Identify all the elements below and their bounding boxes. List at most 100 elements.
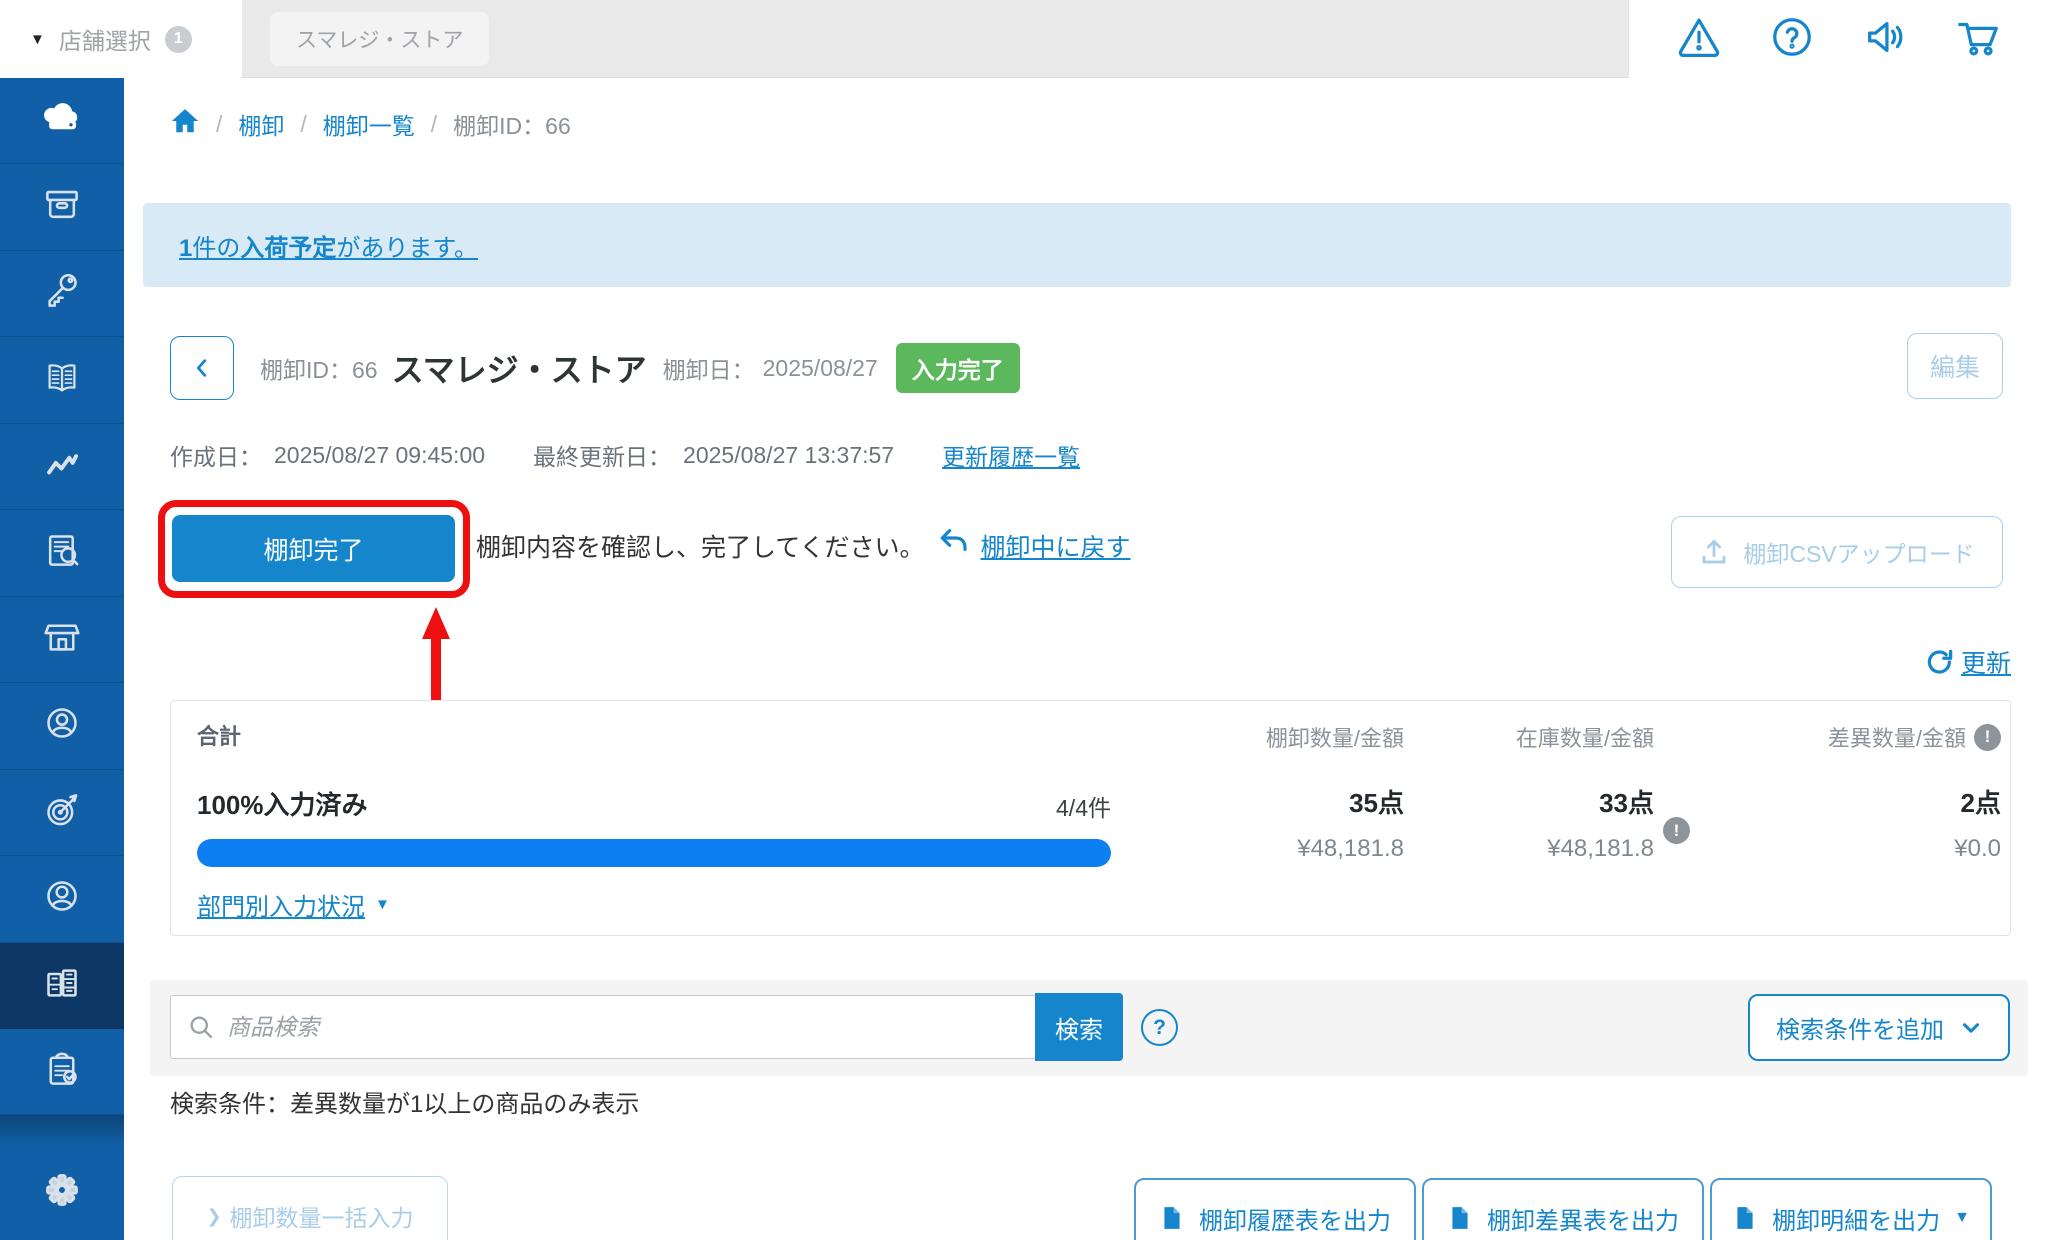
search-box (170, 995, 1035, 1059)
add-search-condition-button[interactable]: 検索条件を追加 (1748, 994, 2010, 1061)
document-icon (1732, 1205, 1758, 1231)
app-window: ▼ 店舗選択 1 スマレジ・ストア (0, 0, 2048, 1240)
stocktake-date-label: 棚卸日： (663, 351, 755, 385)
summary-card: 合計 棚卸数量/金額 在庫数量/金額 差異数量/金額 ! 100%入力済み 4/… (170, 700, 2011, 936)
created-value: 2025/08/27 09:45:00 (274, 442, 485, 469)
sidebar-item-analytics[interactable] (0, 424, 124, 510)
alert-icon[interactable] (1676, 14, 1722, 65)
sidebar-item-report[interactable] (0, 510, 124, 596)
incoming-shipment-notification: 1件の入荷予定があります。 (143, 203, 2011, 287)
update-history-link[interactable]: 更新履歴一覧 (942, 438, 1080, 472)
diff-qty: 2点 (1661, 783, 2001, 820)
refresh-icon (1925, 647, 1955, 677)
instruction-text: 棚卸内容を確認し、完了してください。 (476, 528, 925, 564)
store-count-badge: 1 (165, 26, 192, 53)
export-history-button[interactable]: 棚卸履歴表を出力 (1134, 1178, 1416, 1240)
stocktake-id-label: 棚卸ID：66 (260, 351, 378, 385)
stock-amount: ¥48,181.8 (1354, 835, 1654, 863)
search-panel: 検索 ? 検索条件を追加 (150, 980, 2028, 1076)
sidebar-item-stocktake[interactable] (0, 1029, 124, 1115)
updated-value: 2025/08/27 13:37:57 (683, 442, 894, 469)
breadcrumb-separator: / (216, 111, 222, 138)
chevron-down-icon: ▼ (1954, 1209, 1970, 1227)
product-search-input[interactable] (227, 996, 1035, 1058)
created-label: 作成日： (170, 438, 262, 472)
bulk-input-button[interactable]: ❯ 棚卸数量一括入力 (172, 1176, 448, 1240)
top-icon-group (1628, 0, 2048, 78)
staff-icon (35, 869, 89, 928)
box-icon (35, 178, 89, 237)
export-button-group: 棚卸履歴表を出力 棚卸差異表を出力 棚卸明細を出力 ▼ (1134, 1178, 1992, 1240)
progress-bar-fill (197, 839, 1111, 867)
tab-store[interactable]: スマレジ・ストア (270, 12, 489, 66)
announcement-icon[interactable] (1862, 14, 1908, 65)
cart-icon[interactable] (1955, 14, 2001, 65)
breadcrumb-link-stocktake-list[interactable]: 棚卸一覧 (323, 107, 415, 141)
home-icon[interactable] (170, 106, 200, 142)
breadcrumb-separator: / (300, 111, 306, 138)
sidebar-item-target[interactable] (0, 770, 124, 856)
status-badge: 入力完了 (896, 343, 1020, 393)
chevron-down-icon: ▼ (375, 896, 390, 913)
page-header: 棚卸ID：66 スマレジ・ストア 棚卸日： 2025/08/27 入力完了 編集 (170, 333, 2003, 403)
progress-bar (197, 839, 1111, 867)
edit-button[interactable]: 編集 (1907, 333, 2003, 399)
breadcrumb: / 棚卸 / 棚卸一覧 / 棚卸ID：66 (170, 106, 571, 142)
caret-down-icon: ▼ (30, 31, 45, 48)
column-header-difference: 差異数量/金額 ! (1661, 721, 2001, 753)
meta-row: 作成日： 2025/08/27 09:45:00 最終更新日： 2025/08/… (170, 438, 1080, 472)
sidebar-item-book[interactable] (0, 337, 124, 423)
store-select-dropdown[interactable]: ▼ 店舗選択 1 (0, 0, 242, 78)
refresh-row: 更新 (1925, 644, 2011, 680)
book-icon (35, 351, 89, 410)
progress-label: 100%入力済み (197, 785, 368, 822)
top-bar: ▼ 店舗選択 1 スマレジ・ストア (0, 0, 2048, 78)
search-icon (187, 1013, 215, 1041)
sidebar-item-inventory[interactable] (0, 943, 124, 1029)
updated-label: 最終更新日： (533, 438, 671, 472)
target-icon (35, 783, 89, 842)
search-help-icon[interactable]: ? (1141, 1009, 1178, 1046)
stocktake-clipboard-icon (35, 1042, 89, 1101)
help-icon[interactable] (1769, 14, 1815, 65)
item-count: 4/4件 (931, 789, 1111, 823)
instruction-row: 棚卸内容を確認し、完了してください。 棚卸中に戻す (476, 526, 1131, 565)
diff-amount: ¥0.0 (1661, 835, 2001, 863)
complete-stocktake-button[interactable]: 棚卸完了 (172, 515, 455, 582)
sidebar-item-settings[interactable] (0, 1145, 124, 1240)
tab-strip: スマレジ・ストア (242, 0, 1628, 78)
export-difference-button[interactable]: 棚卸差異表を出力 (1422, 1178, 1704, 1240)
total-label: 合計 (197, 719, 241, 751)
breadcrumb-current: 棚卸ID：66 (453, 107, 571, 141)
settings-gear-icon (35, 1163, 89, 1222)
customer-icon (35, 696, 89, 755)
back-button[interactable] (170, 336, 234, 400)
revert-to-counting-link[interactable]: 棚卸中に戻す (981, 528, 1131, 564)
stock-qty: 33点 (1354, 783, 1654, 820)
sidebar-nav (0, 78, 124, 1240)
key-icon (35, 264, 89, 323)
sidebar-item-staff[interactable] (0, 856, 124, 942)
difference-info-icon[interactable]: ! (1974, 724, 2001, 751)
footer-row: ❯ 棚卸数量一括入力 棚卸履歴表を出力 棚卸差異表を出力 棚卸明細を出力 ▼ (170, 1176, 1992, 1240)
sidebar-item-key[interactable] (0, 251, 124, 337)
sidebar-item-store[interactable] (0, 597, 124, 683)
department-status-link[interactable]: 部門別入力状況 ▼ (197, 887, 390, 922)
line-chart-icon (35, 437, 89, 496)
refresh-link[interactable]: 更新 (1961, 644, 2011, 680)
store-icon (35, 610, 89, 669)
incoming-shipment-link[interactable]: 1件の入荷予定があります。 (179, 228, 478, 263)
sidebar-item-customer[interactable] (0, 683, 124, 769)
csv-upload-button[interactable]: 棚卸CSVアップロード (1671, 516, 2003, 588)
sidebar-item-cloud-logo[interactable] (0, 78, 124, 164)
sidebar-item-box[interactable] (0, 164, 124, 250)
column-header-stock: 在庫数量/金額 (1354, 721, 1654, 753)
export-detail-button[interactable]: 棚卸明細を出力 ▼ (1710, 1178, 1992, 1240)
search-button[interactable]: 検索 (1035, 993, 1123, 1061)
document-icon (1447, 1205, 1473, 1231)
chevron-left-icon (191, 357, 213, 379)
breadcrumb-separator: / (431, 111, 437, 138)
breadcrumb-link-stocktake[interactable]: 棚卸 (238, 107, 284, 141)
inventory-drawers-icon (35, 956, 89, 1015)
chevron-down-icon (1960, 1017, 1982, 1039)
